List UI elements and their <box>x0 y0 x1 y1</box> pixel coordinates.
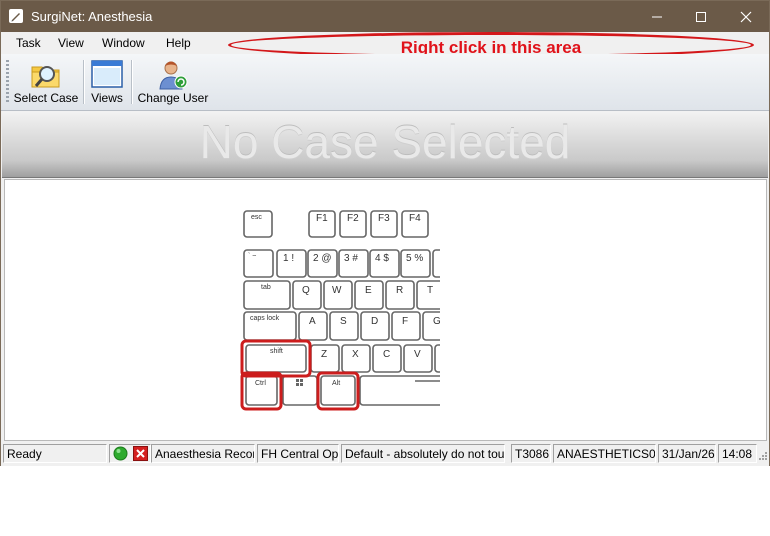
key-label: 1 ! <box>283 253 294 264</box>
key-label: V <box>414 349 421 360</box>
keyboard-illustration: esc ` ~ tab caps lock shift Ctrl Alt F 1 … <box>240 210 452 411</box>
key-label: tab <box>261 284 271 291</box>
menu-view[interactable]: View <box>58 36 84 50</box>
maximize-button[interactable] <box>678 1 724 32</box>
case-banner: No Case Selected <box>2 111 768 178</box>
status-ok-icon <box>113 446 128 461</box>
key-space <box>359 375 440 406</box>
key-label: W <box>332 285 342 296</box>
key-b <box>434 344 440 373</box>
status-ready: Ready <box>3 444 107 463</box>
folder-search-icon <box>31 66 60 88</box>
app-window: SurgiNet: Anesthesia Task View Window He… <box>0 0 770 466</box>
key-label: caps lock <box>250 315 280 322</box>
menu-help[interactable]: Help <box>166 36 191 50</box>
close-icon <box>740 11 752 22</box>
key-label: Ctrl <box>255 380 266 387</box>
key-label: R <box>396 285 403 296</box>
key-label: G <box>433 316 441 327</box>
key-label: Alt <box>332 380 340 387</box>
alt-highlight <box>316 371 360 411</box>
close-button[interactable] <box>723 1 769 32</box>
content-area[interactable]: esc ` ~ tab caps lock shift Ctrl Alt F 1 … <box>4 179 767 441</box>
key-label: F2 <box>347 213 359 224</box>
key-label: D <box>371 316 378 327</box>
key-label: Z <box>321 349 327 360</box>
shift-highlight <box>240 339 312 378</box>
key-label: 2 @ <box>313 253 332 264</box>
user-swap-icon <box>159 61 188 90</box>
maximize-icon <box>696 11 706 22</box>
toolbar-separator <box>131 60 133 104</box>
window-views-icon <box>91 60 123 88</box>
menu-window[interactable]: Window <box>102 36 145 50</box>
toolbar-grip[interactable] <box>6 60 9 104</box>
select-case-button[interactable]: Select Case <box>13 56 79 108</box>
ctrl-highlight <box>240 371 283 411</box>
key-label: F3 <box>378 213 390 224</box>
windows-logo-icon <box>296 379 303 386</box>
key-label: X <box>352 349 359 360</box>
change-user-label: Change User <box>137 91 209 105</box>
menu-task[interactable]: Task <box>16 36 41 50</box>
minimize-button[interactable] <box>634 1 680 32</box>
no-case-selected-text: No Case Selected <box>199 116 571 168</box>
key-label: 4 $ <box>375 253 389 264</box>
key-label: E <box>365 285 372 296</box>
key-label: B <box>445 349 452 360</box>
key-label: shift <box>270 348 283 355</box>
status-location: FH Central Ops <box>257 444 339 463</box>
key-label: ` ~ <box>248 253 256 260</box>
key-label: F4 <box>409 213 421 224</box>
key-label: C <box>383 349 390 360</box>
key-label: F1 <box>316 213 328 224</box>
key-label: S <box>340 316 347 327</box>
toolbar: Select Case Views Change User <box>1 54 769 111</box>
status-department: ANAESTHETICS07 <box>553 444 656 463</box>
key-6 <box>432 249 440 278</box>
key-label: esc <box>251 214 262 221</box>
status-time: 14:08 <box>718 444 757 463</box>
status-terminal: T3086 <box>511 444 551 463</box>
toolbar-separator <box>83 60 85 104</box>
key-label: A <box>309 316 316 327</box>
key-label: 5 % <box>406 253 423 264</box>
key-label: 3 # <box>344 253 358 264</box>
status-profile: Default - absolutely do not touch <box>341 444 505 463</box>
window-title: SurgiNet: Anesthesia <box>31 9 153 24</box>
title-bar[interactable]: SurgiNet: Anesthesia <box>1 1 769 32</box>
status-bar: Ready Anaesthesia Record FH Central Ops … <box>1 442 769 466</box>
views-label: Views <box>91 91 123 105</box>
key-label: F <box>402 316 408 327</box>
select-case-label: Select Case <box>13 91 79 105</box>
change-user-button[interactable]: Change User <box>135 56 211 108</box>
key-label: Q <box>302 285 310 296</box>
resize-grip-icon[interactable] <box>758 451 768 463</box>
key-label: T <box>427 285 433 296</box>
status-error-icon <box>133 446 148 461</box>
minimize-icon <box>652 16 662 17</box>
status-date: 31/Jan/26 <box>658 444 716 463</box>
app-pencil-icon <box>9 9 23 23</box>
views-button[interactable]: Views <box>87 56 127 108</box>
status-record: Anaesthesia Record <box>151 444 255 463</box>
